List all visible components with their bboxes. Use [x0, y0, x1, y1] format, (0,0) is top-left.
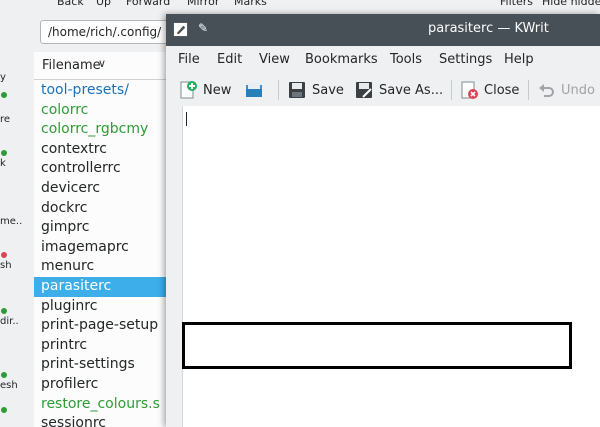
file-row[interactable]: imagemaprc: [34, 238, 174, 258]
file-row[interactable]: devicerc: [34, 179, 174, 199]
file-row[interactable]: contextrc: [34, 140, 174, 160]
editor-menubar: File Edit View Bookmarks Tools Settings …: [166, 46, 600, 72]
highlight-box: [182, 322, 572, 369]
places-item[interactable]: me..: [0, 208, 34, 228]
toolbar-separator: [278, 80, 279, 100]
editor-titlebar[interactable]: ✎ parasiterc — KWrit: [166, 14, 600, 46]
file-row[interactable]: profilerc: [34, 375, 174, 395]
menu-tools[interactable]: Tools: [390, 52, 422, 67]
editor-toolbar: New Save Save As... Close Undo: [166, 72, 600, 107]
file-row[interactable]: restore_colours.s: [34, 395, 174, 415]
new-button-label: New: [203, 82, 232, 98]
menu-filters[interactable]: Filters: [500, 0, 533, 8]
places-item[interactable]: k: [0, 150, 34, 170]
undo-button[interactable]: Undo: [536, 78, 595, 102]
places-item[interactable]: re: [0, 106, 34, 126]
places-item[interactable]: [0, 407, 34, 427]
green-dot-icon: [1, 407, 7, 413]
file-row[interactable]: controllerrc: [34, 159, 174, 179]
path-input[interactable]: /home/rich/.config/: [40, 20, 180, 44]
undo-icon: [539, 84, 554, 97]
column-header-label: Filename: [42, 58, 101, 73]
new-document-icon: [180, 81, 197, 99]
file-row[interactable]: print-page-setup: [34, 316, 174, 336]
save-as-button[interactable]: Save As...: [354, 78, 443, 102]
file-row[interactable]: print-settings: [34, 355, 174, 375]
places-item[interactable]: esh: [0, 372, 34, 392]
file-row[interactable]: pluginrc: [34, 297, 174, 317]
green-dot-icon: [1, 308, 7, 314]
menu-marks[interactable]: Marks: [234, 0, 267, 8]
menu-file[interactable]: File: [178, 52, 200, 67]
file-row[interactable]: colorrc_rgbcmy: [34, 120, 174, 140]
menu-back[interactable]: Back: [57, 0, 84, 8]
close-button-label: Close: [484, 82, 520, 98]
undo-button-label: Undo: [561, 82, 595, 98]
places-item[interactable]: y: [0, 64, 34, 84]
chevron-down-icon: ∨: [98, 57, 107, 70]
new-button[interactable]: New: [178, 78, 231, 102]
text-cursor: [186, 112, 187, 126]
file-row[interactable]: printrc: [34, 336, 174, 356]
menu-forward[interactable]: Forward: [126, 0, 170, 8]
close-button[interactable]: Close: [459, 78, 519, 102]
green-dot-icon: [1, 92, 7, 98]
open-button[interactable]: [244, 78, 269, 102]
file-row[interactable]: colorrc: [34, 101, 174, 121]
save-button-label: Save: [312, 82, 344, 98]
menu-edit[interactable]: Edit: [217, 52, 242, 67]
file-row[interactable]: gimprc: [34, 218, 174, 238]
pin-icon[interactable]: ✎: [198, 21, 208, 35]
toolbar-separator: [528, 80, 529, 100]
menu-hide-hidden[interactable]: Hide hidde: [542, 0, 600, 8]
save-as-icon: [356, 82, 372, 98]
menu-bookmarks[interactable]: Bookmarks: [305, 52, 378, 67]
close-document-icon: [461, 81, 478, 99]
places-item[interactable]: dir..: [0, 308, 34, 328]
menu-settings[interactable]: Settings: [439, 52, 492, 67]
file-row[interactable]: sessionrc: [34, 414, 174, 427]
editor-gutter: [166, 106, 183, 427]
menu-up[interactable]: Up: [96, 0, 111, 8]
window-title: parasiterc — KWrit: [428, 21, 549, 36]
file-row[interactable]: menurc: [34, 257, 174, 277]
save-icon: [289, 82, 305, 98]
green-dot-icon: [1, 150, 7, 156]
places-panel: y re k me.. sh dir.. esh: [0, 12, 34, 427]
filename-column-header[interactable]: Filename ∨: [34, 52, 174, 80]
open-folder-icon: [246, 83, 262, 97]
file-manager-menubar-right: Filters Hide hidde: [470, 0, 600, 12]
menu-help[interactable]: Help: [504, 52, 534, 67]
save-button[interactable]: Save: [287, 78, 344, 102]
kwrite-app-icon: [173, 22, 188, 37]
places-item[interactable]: sh: [0, 252, 34, 272]
save-as-button-label: Save As...: [379, 82, 444, 98]
red-dot-icon: [1, 252, 7, 258]
green-dot-icon: [1, 372, 7, 378]
menu-view[interactable]: View: [259, 52, 290, 67]
file-row[interactable]: tool-presets/: [34, 81, 174, 101]
file-list[interactable]: Filename ∨ tool-presets/colorrc colorrc_r…: [34, 52, 174, 427]
file-row-selected[interactable]: parasiterc: [34, 277, 174, 297]
text-editor-area[interactable]: # GIMP parasiterc## This file will be en…: [166, 106, 600, 427]
file-row[interactable]: dockrc: [34, 199, 174, 219]
toolbar-separator: [451, 80, 452, 100]
menu-mirror[interactable]: Mirror: [187, 0, 219, 8]
